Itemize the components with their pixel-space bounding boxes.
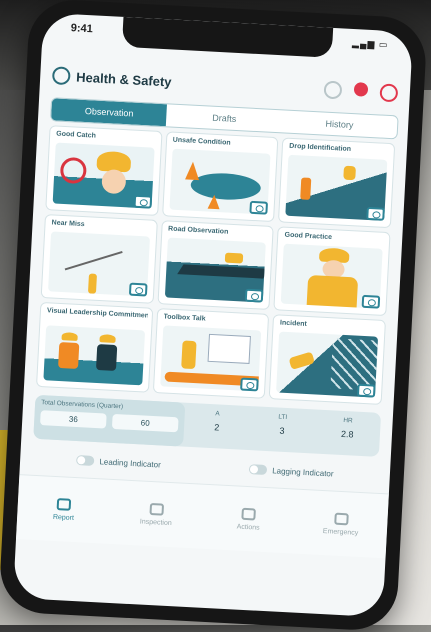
nav-actions[interactable]: Actions bbox=[201, 485, 297, 554]
card-label: Good Catch bbox=[56, 130, 97, 140]
camera-icon bbox=[249, 200, 269, 215]
card-road-observation[interactable]: Road Observation bbox=[157, 219, 275, 311]
nav-label: Inspection bbox=[139, 517, 172, 527]
notification-icon[interactable] bbox=[353, 82, 369, 97]
card-label: Visual Leadership Commitment bbox=[46, 307, 148, 320]
nav-report[interactable]: Report bbox=[16, 475, 112, 544]
card-good-catch[interactable]: Good Catch bbox=[45, 125, 163, 216]
header-actions bbox=[323, 80, 399, 103]
stat-label: LTI bbox=[278, 413, 288, 422]
app-logo-icon bbox=[51, 66, 71, 86]
profile-icon[interactable] bbox=[379, 83, 399, 103]
camera-icon bbox=[361, 295, 381, 310]
card-label: Good Practice bbox=[284, 231, 333, 241]
stat-number: 3 bbox=[279, 425, 285, 436]
stats-summary: Total Observations (Quarter) 36 60 bbox=[33, 394, 186, 447]
stat-number: 2 bbox=[214, 422, 220, 433]
card-unsafe-condition[interactable]: Unsafe Condition bbox=[161, 131, 279, 222]
inspection-icon bbox=[149, 502, 164, 516]
phone-notch bbox=[121, 16, 334, 58]
toggle-switch[interactable] bbox=[249, 464, 268, 476]
camera-icon bbox=[366, 206, 385, 221]
stat-value: 60 bbox=[111, 413, 179, 433]
stat-number: 2.8 bbox=[340, 428, 354, 440]
leaders-illustration bbox=[43, 325, 145, 386]
stat-label: HR bbox=[343, 416, 353, 425]
camera-icon bbox=[240, 377, 260, 392]
stats-panel: Total Observations (Quarter) 36 60 A 2 L… bbox=[33, 394, 382, 457]
card-label: Incident bbox=[279, 319, 307, 329]
signal-battery-icon: ▂▄▆ ▭ bbox=[351, 37, 389, 50]
nav-inspection[interactable]: Inspection bbox=[108, 480, 204, 549]
card-good-practice[interactable]: Good Practice bbox=[273, 225, 391, 317]
page-title: Health & Safety bbox=[75, 69, 172, 89]
nav-label: Actions bbox=[236, 523, 260, 532]
camera-icon bbox=[128, 282, 148, 297]
card-label: Near Miss bbox=[51, 219, 85, 228]
toggle-label: Lagging Indicator bbox=[272, 465, 334, 479]
actions-icon bbox=[241, 507, 257, 521]
app-screen: 9:41 ▂▄▆ ▭ Health & Safety Observation D… bbox=[12, 12, 414, 618]
stat-label: A bbox=[215, 410, 220, 418]
stat-column: A 2 bbox=[183, 403, 251, 450]
card-toolbox-talk[interactable]: Toolbox Talk bbox=[152, 308, 270, 399]
toggle-label: Leading Indicator bbox=[99, 456, 162, 469]
tab-drafts[interactable]: Drafts bbox=[166, 104, 282, 132]
tab-observation[interactable]: Observation bbox=[50, 98, 168, 127]
report-icon bbox=[56, 497, 72, 511]
stat-column: LTI 3 bbox=[248, 406, 316, 453]
camera-icon bbox=[245, 289, 264, 303]
nav-emergency[interactable]: Emergency bbox=[293, 490, 389, 559]
card-near-miss[interactable]: Near Miss bbox=[40, 213, 158, 305]
nav-label: Emergency bbox=[322, 527, 359, 537]
phone-frame: 9:41 ▂▄▆ ▭ Health & Safety Observation D… bbox=[0, 0, 428, 632]
stat-value: 36 bbox=[40, 410, 107, 429]
camera-icon bbox=[133, 194, 152, 209]
leading-indicator-toggle[interactable]: Leading Indicator bbox=[76, 455, 161, 469]
card-incident[interactable]: Incident bbox=[269, 314, 386, 405]
phone-icon bbox=[333, 512, 349, 525]
toggle-switch[interactable] bbox=[76, 455, 95, 466]
card-drop-identification[interactable]: Drop Identification bbox=[278, 137, 396, 228]
stats-columns: A 2 LTI 3 HR 2.8 bbox=[183, 403, 381, 457]
nav-label: Report bbox=[52, 513, 75, 522]
camera-icon bbox=[356, 383, 376, 398]
status-time: 9:41 bbox=[70, 22, 94, 36]
tab-history[interactable]: History bbox=[281, 110, 397, 138]
lagging-indicator-toggle[interactable]: Lagging Indicator bbox=[249, 464, 334, 478]
bottom-navigation: Report Inspection Actions Emergency bbox=[16, 474, 389, 559]
card-label: Drop Identification bbox=[289, 142, 352, 153]
card-label: Road Observation bbox=[167, 225, 229, 236]
observation-grid: Good Catch Unsafe Condition Drop Identif… bbox=[35, 125, 396, 405]
card-visual-leadership[interactable]: Visual Leadership Commitment bbox=[35, 302, 153, 393]
stat-column: HR 2.8 bbox=[314, 410, 382, 457]
card-label: Toolbox Talk bbox=[163, 313, 206, 323]
card-label: Unsafe Condition bbox=[172, 136, 231, 147]
settings-icon[interactable] bbox=[323, 80, 343, 100]
